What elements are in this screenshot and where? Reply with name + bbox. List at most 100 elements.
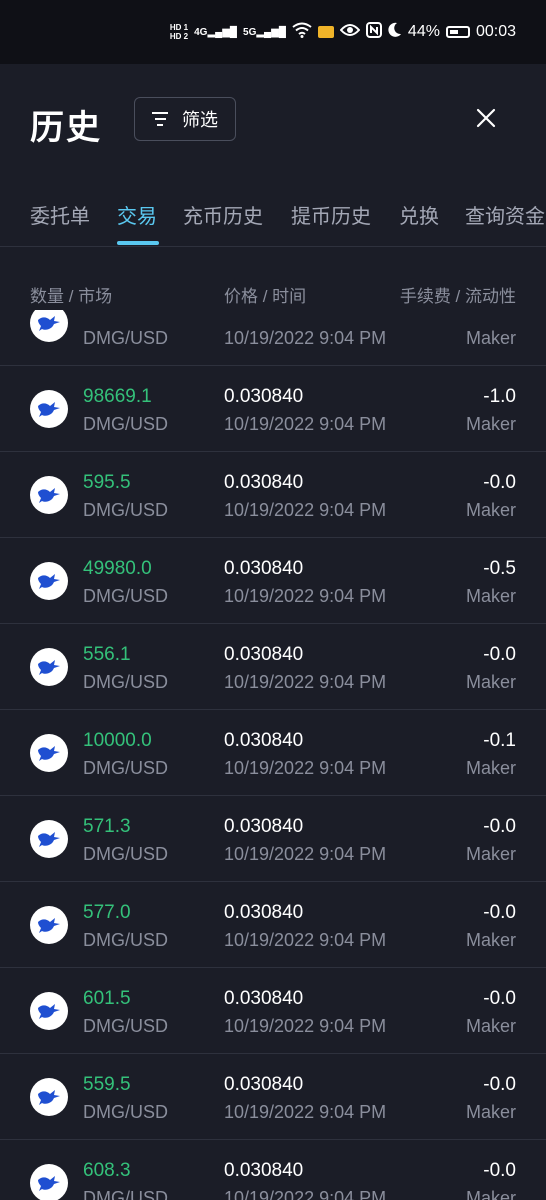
trade-price: 0.030840 [224,1160,304,1181]
column-header-quantity-market: 数量 / 市场 [30,287,113,306]
tab-funds-query[interactable]: 查询资金 [465,200,545,229]
hd-indicator: HD 1 HD 2 [170,23,188,41]
wifi-icon [292,22,312,43]
trade-market: DMG/USD [83,586,168,606]
trade-fee: -0.1 [483,730,516,751]
trade-time: 10/19/2022 9:04 PM [224,328,387,348]
trade-liquidity: Maker [465,414,516,434]
trade-market: DMG/USD [83,500,168,520]
table-row[interactable]: 49980.0 DMG/USD 0.030840 10/19/2022 9:04 PM… [0,538,546,624]
trade-price: 0.030840 [224,558,304,579]
status-bar: HD 1 HD 2 4G▂▄▆█ 5G▂▄▆█ 44% 00:03 [0,0,546,64]
tab-bar: 委托单 交易 充币历史 提币历史 兑换 查询资金 [0,176,546,247]
trade-quantity: 577.0 [83,902,131,923]
tab-orders[interactable]: 委托单 [30,200,90,229]
table-row[interactable]: 601.5 DMG/USD 0.030840 10/19/2022 9:04 PM -0… [0,968,546,1054]
battery-icon [445,26,470,38]
trade-quantity: 601.5 [83,988,131,1009]
trade-liquidity: Maker [465,844,516,864]
coin-logo-icon [30,476,68,514]
table-row[interactable]: 98669.1 DMG/USD 0.030840 10/19/2022 9:04 PM… [0,366,546,452]
trade-fee: -0.0 [483,988,516,1009]
trade-liquidity: Maker [465,1188,516,1200]
mail-icon [317,26,334,38]
trade-quantity: 571.3 [83,816,131,837]
trade-fee: -0.0 [483,816,516,837]
table-row[interactable]: 10000.0 DMG/USD 0.030840 10/19/2022 9:04 PM… [0,710,546,796]
trade-market: DMG/USD [83,1016,168,1036]
clock: 00:03 [475,23,516,40]
coin-logo-icon [30,820,68,858]
filter-icon [152,112,168,126]
hd2-label: HD 2 [169,32,189,41]
trade-liquidity: Maker [465,500,516,520]
trade-time: 10/19/2022 9:04 PM [224,1016,387,1036]
trade-liquidity: Maker [465,328,516,348]
coin-logo-icon [30,648,68,686]
page-title: 历史 [30,109,102,147]
eye-icon [339,23,361,42]
trade-quantity: 556.1 [83,644,131,665]
trade-fee: -0.5 [483,558,516,579]
tab-withdraw-history[interactable]: 提币历史 [291,200,371,229]
trade-liquidity: Maker [465,672,516,692]
moon-icon [388,22,402,43]
table-row[interactable]: DMG/USD 10/19/2022 9:04 PM Maker [0,310,546,366]
table-row[interactable]: 608.3 DMG/USD 0.030840 10/19/2022 9:04 PM -0… [0,1140,546,1200]
trade-price: 0.030840 [224,386,304,407]
column-header-fee-liquidity: 手续费 / 流动性 [399,287,516,306]
trade-fee: -0.0 [483,902,516,923]
trade-time: 10/19/2022 9:04 PM [224,500,387,520]
coin-logo-icon [30,1164,68,1200]
coin-logo-icon [30,906,68,944]
table-row[interactable]: 559.5 DMG/USD 0.030840 10/19/2022 9:04 PM -0… [0,1054,546,1140]
trade-time: 10/19/2022 9:04 PM [224,1188,387,1200]
filter-button[interactable]: 筛选 [134,97,236,141]
trade-market: DMG/USD [83,1102,168,1122]
battery-percent: 44% [407,23,440,40]
trade-quantity: 49980.0 [83,558,152,579]
close-button[interactable] [472,104,500,132]
trade-quantity: 98669.1 [83,386,152,407]
trade-liquidity: Maker [465,930,516,950]
table-row[interactable]: 556.1 DMG/USD 0.030840 10/19/2022 9:04 PM -0… [0,624,546,710]
close-icon [476,108,496,128]
trade-quantity: 608.3 [83,1160,131,1181]
coin-logo-icon [30,310,68,342]
trade-market: DMG/USD [83,328,168,348]
trade-fee: -0.0 [483,644,516,665]
trade-time: 10/19/2022 9:04 PM [224,1102,387,1122]
trade-fee: -0.0 [483,1160,516,1181]
trade-list[interactable]: DMG/USD 10/19/2022 9:04 PM Maker 98669.1 DMG… [0,310,546,1200]
table-row[interactable]: 595.5 DMG/USD 0.030840 10/19/2022 9:04 PM -0… [0,452,546,538]
trade-price: 0.030840 [224,988,304,1009]
trade-liquidity: Maker [465,586,516,606]
coin-logo-icon [30,734,68,772]
trade-market: DMG/USD [83,930,168,950]
tab-deposit-history[interactable]: 充币历史 [183,200,263,229]
hd1-label: HD 1 [169,23,189,32]
trade-market: DMG/USD [83,1188,168,1200]
tab-exchange[interactable]: 兑换 [399,200,439,229]
active-tab-indicator [117,241,159,245]
trade-fee: -0.0 [483,472,516,493]
nfc-icon [365,21,382,43]
coin-logo-icon [30,390,68,428]
trade-price: 0.030840 [224,730,304,751]
coin-logo-icon [30,992,68,1030]
coin-logo-icon [30,1078,68,1116]
signal-5g-icon: 5G▂▄▆█ [243,26,286,38]
trade-price: 0.030840 [224,644,304,665]
trade-market: DMG/USD [83,672,168,692]
tab-trades[interactable]: 交易 [117,200,157,229]
trade-time: 10/19/2022 9:04 PM [224,414,387,434]
trade-liquidity: Maker [465,758,516,778]
table-row[interactable]: 577.0 DMG/USD 0.030840 10/19/2022 9:04 PM -0… [0,882,546,968]
trade-quantity: 559.5 [83,1074,131,1095]
trade-price: 0.030840 [224,472,304,493]
table-row[interactable]: 571.3 DMG/USD 0.030840 10/19/2022 9:04 PM -0… [0,796,546,882]
trade-price: 0.030840 [224,816,304,837]
trade-market: DMG/USD [83,844,168,864]
trade-market: DMG/USD [83,414,168,434]
signal-4g-icon: 4G▂▄▆█ [194,26,238,38]
